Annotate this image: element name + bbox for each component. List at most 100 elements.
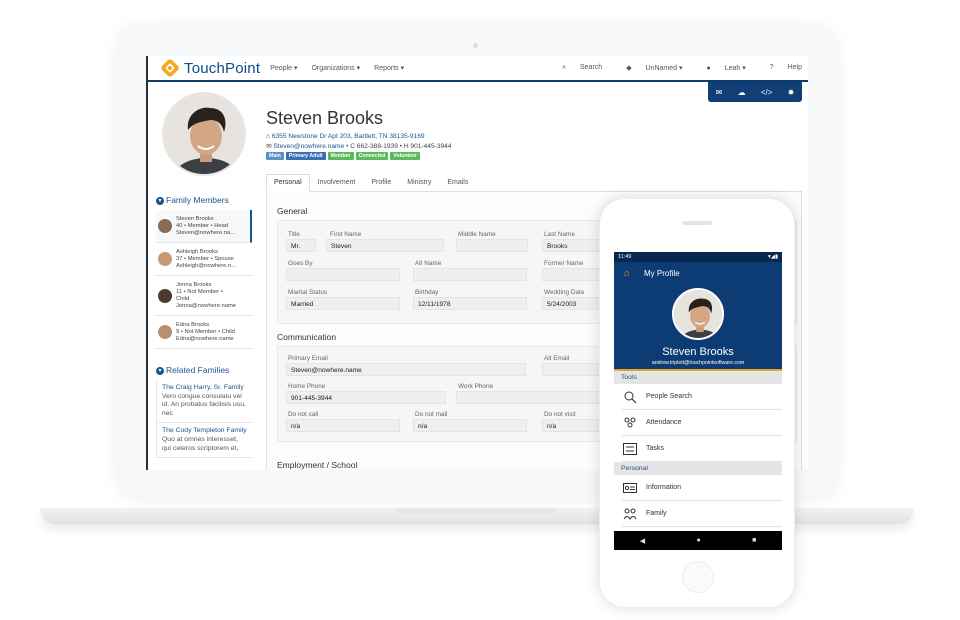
tag-menu[interactable]: ◆ UnNamed ▾ [614, 64, 682, 72]
nav-right: ⌕ Search ◆ UnNamed ▾ ● Leah ▾ ? Help [538, 64, 802, 72]
menu-item-tasks[interactable]: Tasks [622, 436, 782, 462]
primary-email-field[interactable]: Steven@nowhere.name [286, 363, 526, 376]
tab-personal[interactable]: Personal [266, 174, 310, 192]
menu-item-attendance[interactable]: Attendance [622, 410, 782, 436]
menu-item-label: Information [646, 484, 682, 491]
menu-item-people-search[interactable]: People Search [622, 384, 782, 410]
mail-icon[interactable]: ✉ [716, 88, 723, 97]
help-link[interactable]: ? Help [758, 64, 802, 72]
family-member-item[interactable]: Steven Brooks 40 • Member • Head Steven@… [156, 210, 252, 243]
member-name: Jenna Brooks [176, 281, 212, 288]
member-email: Steven@nowhere.na... [176, 229, 236, 236]
do-not-visit-label: Do not visit [544, 411, 576, 418]
goes-by-field[interactable] [286, 268, 400, 281]
status-badge: Volunteer [390, 152, 420, 160]
do-not-call-label: Do not call [288, 411, 319, 418]
main-menu: People ▾ Organizations ▾ Reports ▾ [270, 64, 418, 72]
related-family-link[interactable]: The Cody Templeton Family [162, 427, 247, 436]
member-info: 9 • Not Member • Child [176, 328, 235, 335]
email-link[interactable]: Steven@nowhere.name [273, 143, 344, 150]
tab-ministry[interactable]: Ministry [399, 174, 439, 191]
do-not-mail-field[interactable]: n/a [413, 419, 527, 432]
people-search-icon [622, 390, 638, 404]
birthday-field[interactable]: 12/11/1978 [413, 297, 527, 310]
tab-involvement[interactable]: Involvement [310, 174, 364, 191]
menu-item-label: People Search [646, 393, 692, 400]
family-member-item[interactable]: Ashleigh Brooks 37 • Member • Spouse Ash… [156, 243, 252, 276]
marital-status-label: Marital Status [288, 289, 328, 296]
menu-item-information[interactable]: Information [622, 475, 782, 501]
phone-person-name: Steven Brooks [662, 346, 734, 358]
status-badge: Main [266, 152, 284, 160]
status-badge: Primary Adult [285, 152, 326, 160]
related-family-link[interactable]: The Craig Harry, Sr. Family [162, 384, 247, 393]
title-field[interactable]: Mr. [286, 239, 316, 252]
gear-icon[interactable]: ✹ [788, 88, 795, 97]
phone-person-email: andrew.triplett@touchpointsoftware.com [651, 360, 745, 366]
logo[interactable]: TouchPoint [160, 58, 260, 78]
recent-apps-icon[interactable]: ■ [752, 537, 756, 544]
family-member-item[interactable]: Jenna Brooks 11 • Not Member • Child Jen… [156, 276, 252, 316]
related-families-heading[interactable]: ▾ Related Families [156, 365, 229, 375]
wedding-date-label: Wedding Date [544, 289, 585, 296]
profile-photo[interactable] [162, 92, 246, 176]
tab-profile[interactable]: Profile [363, 174, 399, 191]
related-family-item[interactable]: The Craig Harry, Sr. Family Vero congue … [156, 380, 252, 424]
status-time: 11:49 [618, 254, 632, 260]
avatar [158, 219, 172, 233]
avatar [158, 325, 172, 339]
menu-people[interactable]: People ▾ [270, 64, 297, 72]
first-name-label: First Name [330, 231, 362, 238]
code-icon[interactable]: </> [761, 88, 773, 97]
phone-profile-header: ⌂ My Profile Steven Brooks andrew.triple… [614, 262, 782, 371]
primary-email-label: Primary Email [288, 355, 328, 362]
menu-item-label: Tasks [646, 445, 664, 452]
menu-organizations[interactable]: Organizations ▾ [311, 64, 360, 72]
back-icon[interactable]: ◀ [640, 537, 645, 545]
user-label: Leah ▾ [724, 65, 746, 72]
laptop-camera [473, 43, 478, 48]
related-family-desc: Vero congue consulatu vel id. An probatu… [162, 392, 246, 417]
marital-status-field[interactable]: Married [286, 297, 400, 310]
alt-name-field[interactable] [413, 268, 527, 281]
middle-name-label: Middle Name [458, 231, 496, 238]
phone-screen: 11:49 ▾◢▮ ⌂ My Profile Steven Brooks and… [614, 252, 782, 550]
home-phone-field[interactable]: 901-445-3944 [286, 391, 446, 404]
menu-reports[interactable]: Reports ▾ [374, 64, 404, 72]
related-family-item[interactable]: The Cody Templeton Family Quo at omnes i… [156, 423, 252, 459]
member-email: Jenna@nowhere.name [176, 302, 237, 309]
alt-email-label: Alt Email [544, 355, 570, 362]
search-link[interactable]: ⌕ Search [550, 64, 602, 72]
first-name-field[interactable]: Steven [326, 239, 444, 252]
member-info: 40 • Member • Head [176, 222, 229, 229]
cloud-download-icon[interactable]: ☁ [738, 88, 746, 97]
tools-section-header: Tools [614, 371, 782, 384]
status-badge: Connected [355, 152, 389, 160]
person-name: Steven Brooks [266, 108, 384, 128]
address-link[interactable]: 6355 Newstone Dr Apt 203, Bartlett, TN 3… [272, 133, 425, 140]
person-photo-icon [674, 290, 722, 338]
do-not-call-field[interactable]: n/a [286, 419, 400, 432]
member-name: Edna Brooks [176, 321, 210, 328]
tab-emails[interactable]: Emails [439, 174, 476, 191]
touchpoint-logo-icon [161, 59, 179, 77]
member-info: 37 • Member • Spouse [176, 255, 234, 262]
family-member-item[interactable]: Edna Brooks 9 • Not Member • Child Edna@… [156, 316, 252, 349]
goes-by-label: Goes By [288, 260, 313, 267]
avatar [158, 252, 172, 266]
menu-item-family[interactable]: Family [622, 501, 782, 527]
last-name-label: Last Name [544, 231, 575, 238]
logo-text: TouchPoint [184, 59, 261, 77]
personal-section-header: Personal [614, 462, 782, 475]
home-button-icon[interactable]: ● [696, 537, 700, 544]
family-members-heading[interactable]: ▾ Family Members [156, 195, 229, 205]
member-name: Steven Brooks [176, 215, 214, 222]
home-icon[interactable]: ⌂ [624, 268, 630, 279]
home-icon: ⌂ [266, 133, 270, 140]
employment-heading: Employment / School [277, 460, 358, 470]
chevron-down-icon: ▾ [156, 367, 164, 375]
home-phone-label: Home Phone [288, 383, 326, 390]
user-menu[interactable]: ● Leah ▾ [695, 64, 746, 72]
middle-name-field[interactable] [456, 239, 528, 252]
menu-item-label: Family [646, 510, 667, 517]
